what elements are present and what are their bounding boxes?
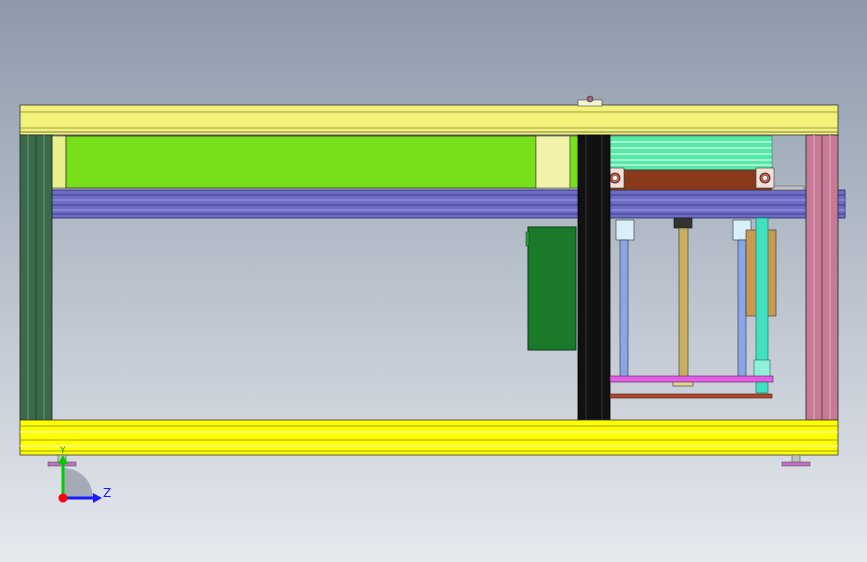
left-green-post[interactable] <box>19 134 53 421</box>
y-axis-label: Y <box>59 446 66 456</box>
black-center-column[interactable] <box>577 134 611 421</box>
brown-bottom-plate[interactable] <box>609 393 773 399</box>
green-control-box[interactable] <box>525 226 577 351</box>
horizontal-blue-rail[interactable] <box>51 189 846 219</box>
mint-stack-block[interactable] <box>609 135 773 171</box>
cad-graphics-viewport[interactable]: Z Y <box>0 0 867 562</box>
z-axis-label: Z <box>103 486 111 500</box>
model-view[interactable]: Z Y <box>0 0 867 562</box>
magenta-plate[interactable] <box>609 375 774 383</box>
bottom-frame-beam[interactable] <box>19 419 839 456</box>
viewport-background <box>0 0 867 562</box>
right-pink-post[interactable] <box>805 134 839 421</box>
lime-panel[interactable] <box>51 135 579 189</box>
teal-rod[interactable] <box>753 217 771 394</box>
top-frame-beam[interactable] <box>19 104 839 136</box>
bearing-right-icon <box>755 167 775 189</box>
origin-point-icon <box>58 493 68 503</box>
